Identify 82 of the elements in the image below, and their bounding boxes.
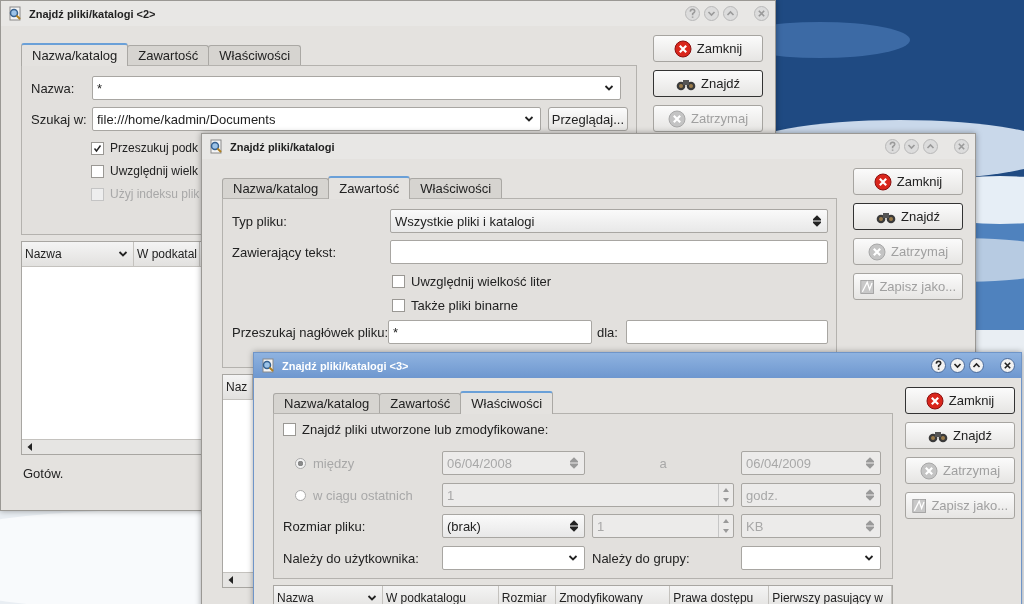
checkbox-label: Użyj indeksu plik bbox=[110, 187, 200, 201]
column-header[interactable]: Prawa dostępu bbox=[670, 586, 770, 604]
column-header[interactable]: Nazwa bbox=[22, 242, 134, 266]
field-label: dla: bbox=[597, 324, 619, 340]
browse-button[interactable]: Przeglądaj... bbox=[547, 107, 628, 131]
dropdown[interactable]: (brak) bbox=[442, 514, 585, 538]
chevron-down-icon[interactable] bbox=[568, 554, 578, 562]
checkbox[interactable] bbox=[91, 141, 104, 155]
field-label: Zawierający tekst: bbox=[232, 244, 338, 260]
tab[interactable]: Nazwa/katalog bbox=[273, 393, 381, 413]
column-header[interactable]: W podkatal bbox=[134, 242, 200, 266]
window-title: Znajdź pliki/katalogi <2> bbox=[29, 7, 157, 20]
checkbox[interactable] bbox=[392, 299, 405, 312]
range-separator: a bbox=[658, 455, 668, 471]
updown-icon[interactable] bbox=[813, 215, 821, 227]
radio-label: między bbox=[313, 455, 355, 471]
tab[interactable]: Właściwości bbox=[208, 45, 302, 65]
checkbox[interactable] bbox=[392, 275, 405, 288]
checkbox-label: Przeszukuj podk bbox=[110, 141, 199, 155]
chevron-down-icon[interactable] bbox=[523, 115, 534, 123]
tab[interactable]: Właściwości bbox=[460, 391, 554, 414]
radio-label: w ciągu ostatnich bbox=[313, 487, 413, 503]
chevron-down-icon[interactable] bbox=[864, 554, 874, 562]
close-icon bbox=[873, 172, 892, 191]
close-icon bbox=[673, 39, 692, 58]
action-button[interactable]: Zamknij bbox=[653, 35, 763, 62]
magnifier-icon bbox=[7, 5, 23, 22]
stop-icon bbox=[667, 109, 686, 128]
combo-box[interactable]: * bbox=[92, 76, 621, 100]
tab[interactable]: Nazwa/katalog bbox=[222, 178, 330, 198]
checkbox-label: Znajdź pliki utworzone lub zmodyfikowane: bbox=[302, 422, 549, 437]
action-button[interactable]: Znajdź bbox=[853, 203, 963, 230]
tab[interactable]: Zawartość bbox=[379, 393, 462, 413]
column-header[interactable]: Rozmiar bbox=[498, 586, 557, 604]
column-header[interactable]: Zmodyfikowany bbox=[556, 586, 671, 604]
checkbox-label: Uwzględnij wielkość liter bbox=[411, 274, 552, 289]
stop-icon bbox=[867, 242, 886, 261]
tab[interactable]: Zawartość bbox=[328, 176, 411, 199]
scrollbar[interactable] bbox=[223, 572, 254, 587]
field-label: Szukaj w: bbox=[31, 111, 85, 127]
radio-button[interactable] bbox=[295, 489, 306, 501]
help-icon[interactable] bbox=[931, 358, 946, 373]
checkbox-label: Także pliki binarne bbox=[411, 298, 518, 313]
tab[interactable]: Właściwości bbox=[409, 178, 503, 198]
magnifier-icon bbox=[208, 138, 224, 155]
close-icon bbox=[925, 391, 944, 410]
field-label: Typ pliku: bbox=[232, 213, 288, 229]
scrollbar[interactable] bbox=[22, 439, 202, 454]
field-label: Nazwa: bbox=[31, 80, 76, 96]
save-icon bbox=[860, 277, 875, 296]
text-field[interactable] bbox=[390, 240, 828, 264]
maximize-icon[interactable] bbox=[969, 358, 984, 373]
text-field[interactable]: * bbox=[388, 320, 592, 344]
action-button[interactable]: Zamknij bbox=[905, 387, 1015, 414]
stop-icon bbox=[919, 461, 938, 480]
magnifier-icon bbox=[260, 357, 276, 374]
field-label: Należy do grupy: bbox=[592, 550, 691, 566]
column-header[interactable]: W podkatalogu bbox=[382, 586, 499, 604]
column-header[interactable]: Pierwszy pasujący w bbox=[769, 586, 892, 604]
status-text: Gotów. bbox=[22, 466, 65, 481]
tab[interactable]: Nazwa/katalog bbox=[21, 43, 129, 66]
checkbox-label: Uwzględnij wielk bbox=[110, 164, 199, 178]
window-title: Znajdź pliki/katalogi bbox=[230, 140, 336, 153]
action-button[interactable]: Znajdź bbox=[653, 70, 763, 97]
tab[interactable]: Zawartość bbox=[127, 45, 210, 65]
action-button[interactable]: Zamknij bbox=[853, 168, 963, 195]
text-field[interactable] bbox=[626, 320, 828, 344]
checkbox[interactable] bbox=[283, 423, 296, 436]
updown-icon[interactable] bbox=[570, 520, 578, 532]
checkbox[interactable] bbox=[91, 164, 104, 178]
save-icon bbox=[912, 496, 927, 515]
field-label: Należy do użytkownika: bbox=[283, 550, 420, 566]
radio-button[interactable] bbox=[295, 457, 306, 469]
minimize-icon[interactable] bbox=[950, 358, 965, 373]
chevron-down-icon[interactable] bbox=[604, 84, 614, 92]
window-title: Znajdź pliki/katalogi <3> bbox=[282, 359, 410, 372]
dropdown[interactable]: Wszystkie pliki i katalogi bbox=[390, 209, 828, 233]
column-header[interactable]: Nazwa bbox=[274, 586, 383, 604]
combo-box[interactable]: file:///home/kadmin/Documents bbox=[92, 107, 541, 131]
field-label: Rozmiar pliku: bbox=[283, 518, 367, 534]
action-button[interactable]: Znajdź bbox=[905, 422, 1015, 449]
close-icon[interactable] bbox=[1000, 358, 1015, 373]
